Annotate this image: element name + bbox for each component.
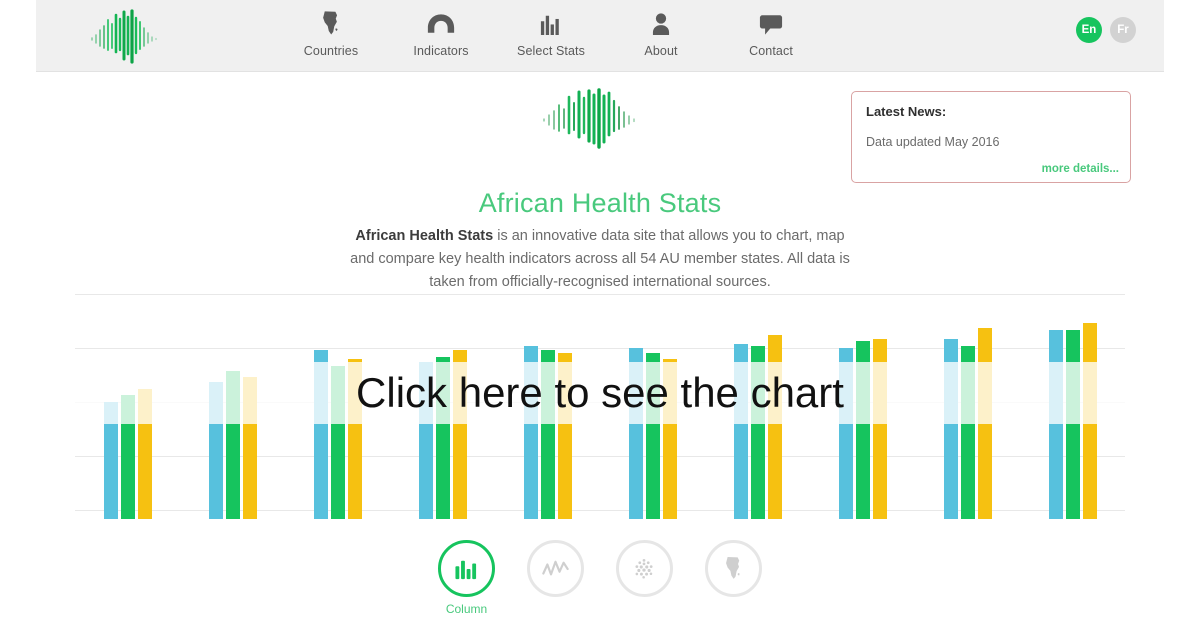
africa-map-icon (276, 9, 386, 39)
nav-item-select-stats[interactable]: Select Stats (496, 0, 606, 58)
language-button-fr[interactable]: Fr (1110, 17, 1136, 43)
latest-news-title: Latest News: (866, 104, 947, 119)
language-switcher: En Fr (1076, 17, 1136, 43)
hero-logo (540, 85, 660, 151)
chart-type-label: Column (445, 602, 488, 616)
chart-type-column[interactable]: Column (437, 540, 496, 616)
site-description: African Health Stats is an innovative da… (350, 225, 850, 294)
nav-item-contact[interactable]: Contact (716, 0, 826, 58)
chart-click-overlay[interactable]: Click here to see the chart (75, 362, 1125, 424)
bar-chart-icon (496, 9, 606, 39)
chart-type-map[interactable] (704, 540, 763, 616)
chart-preview[interactable]: Click here to see the chart (75, 294, 1125, 520)
speech-bubble-icon (716, 9, 826, 39)
africa-map-icon (704, 540, 762, 597)
gauge-arch-icon (386, 9, 496, 39)
column-chart-icon (437, 540, 495, 597)
site-header: Countries Indicators Select Stats About … (36, 0, 1164, 72)
nav-label: Countries (303, 44, 359, 58)
more-details-link[interactable]: more details... (1042, 163, 1119, 175)
brand-logo[interactable] (86, 4, 174, 68)
nav-label: About (644, 44, 678, 58)
latest-news-box: Latest News: Data updated May 2016 more … (851, 91, 1131, 183)
nav-item-about[interactable]: About (606, 0, 716, 58)
nav-item-countries[interactable]: Countries (276, 0, 386, 58)
nav-label: Indicators (413, 44, 469, 58)
site-description-lead: African Health Stats (355, 227, 494, 244)
bar (1048, 330, 1063, 519)
bubble-chart-icon (615, 540, 673, 597)
language-button-en[interactable]: En (1076, 17, 1102, 43)
nav-item-indicators[interactable]: Indicators (386, 0, 496, 58)
bar (1065, 330, 1080, 519)
chart-type-bubble[interactable] (615, 540, 674, 616)
chart-type-line[interactable] (526, 540, 585, 616)
chart-type-selector: Column (0, 540, 1200, 616)
person-icon (606, 9, 716, 39)
latest-news-body: Data updated May 2016 (866, 135, 1000, 149)
nav-label: Contact (749, 44, 793, 58)
page-title: African Health Stats (478, 188, 722, 219)
main-navigation: Countries Indicators Select Stats About … (276, 0, 826, 72)
chart-overlay-label: Click here to see the chart (356, 369, 844, 416)
nav-label: Select Stats (517, 44, 585, 58)
line-chart-icon (526, 540, 584, 597)
